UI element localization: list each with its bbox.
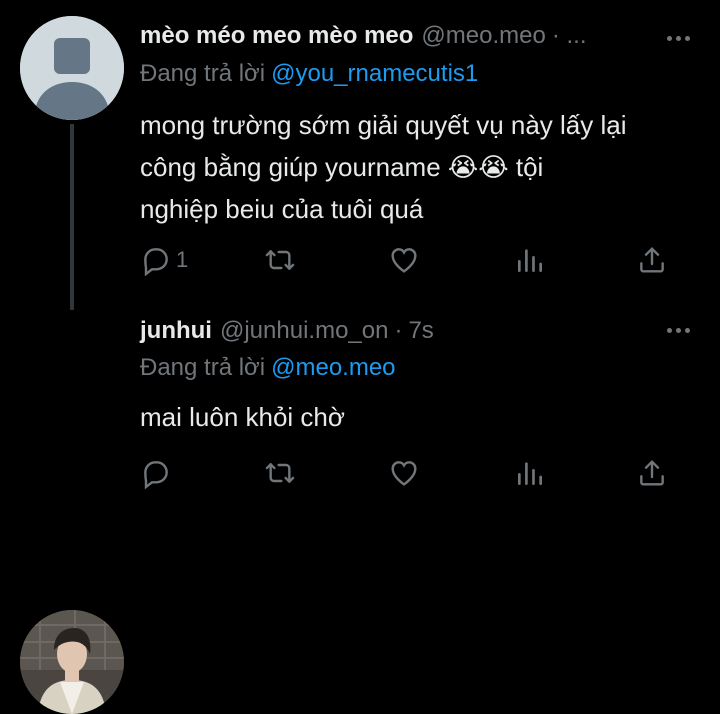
timestamp-separator: · bbox=[394, 317, 403, 344]
tweet-header: mèo méo meo mèo meo @meo.meo · ... bbox=[140, 22, 593, 50]
reply-button[interactable]: 1 bbox=[140, 244, 188, 276]
replying-to: Đang trả lời @meo.meo bbox=[140, 354, 396, 382]
more-icon bbox=[667, 328, 672, 333]
more-icon bbox=[667, 36, 672, 41]
tweet-1[interactable]: mèo méo meo mèo meo @meo.meo · ... Đang … bbox=[0, 0, 720, 310]
timestamp[interactable]: 7s bbox=[408, 317, 433, 345]
views-icon bbox=[518, 462, 542, 485]
more-options-button[interactable] bbox=[667, 328, 690, 333]
views-button[interactable] bbox=[514, 457, 546, 489]
tweet-actions bbox=[140, 457, 680, 491]
username[interactable]: @meo.meo bbox=[421, 22, 545, 50]
replying-to-label: Đang trả lời bbox=[140, 354, 266, 381]
display-name[interactable]: junhui bbox=[140, 317, 212, 345]
share-icon bbox=[640, 460, 664, 486]
more-options-button[interactable] bbox=[667, 36, 690, 41]
tweet-2[interactable]: junhui @junhui.mo_on · 7s Đang trả lời @m… bbox=[0, 300, 720, 714]
default-avatar-icon bbox=[20, 16, 124, 120]
views-icon bbox=[518, 249, 542, 272]
tweet-text-line: nghiệp beiu của tuôi quá bbox=[140, 194, 424, 224]
retweet-icon bbox=[265, 250, 295, 270]
like-icon bbox=[391, 461, 417, 486]
reply-icon bbox=[144, 248, 168, 276]
replying-to-mention[interactable]: @meo.meo bbox=[271, 354, 395, 381]
photo-avatar-icon bbox=[20, 610, 124, 714]
thread-connector bbox=[70, 124, 74, 310]
timestamp-separator: · ... bbox=[551, 22, 587, 49]
retweet-button[interactable] bbox=[264, 457, 296, 489]
display-name[interactable]: mèo méo meo mèo meo bbox=[140, 22, 413, 50]
tweet-actions: 1 bbox=[140, 244, 680, 278]
tweet-text: mai luôn khỏi chờ bbox=[140, 396, 345, 438]
tweet-text-line: công bằng giúp yourname 😭😭 tội bbox=[140, 152, 544, 182]
like-button[interactable] bbox=[388, 244, 420, 276]
replying-to-mention[interactable]: @you_rnamecutis1 bbox=[271, 60, 478, 87]
share-button[interactable] bbox=[636, 244, 668, 276]
reply-count: 1 bbox=[176, 247, 189, 272]
tweet-text-line: mai luôn khỏi chờ bbox=[140, 402, 345, 432]
reply-icon bbox=[144, 461, 168, 489]
tweet-text-line: mong trường sớm giải quyết vụ này lấy lạ… bbox=[140, 110, 627, 140]
retweet-button[interactable] bbox=[264, 244, 296, 276]
tweet-text: mong trường sớm giải quyết vụ này lấy lạ… bbox=[140, 104, 660, 230]
avatar[interactable] bbox=[20, 610, 124, 714]
share-button[interactable] bbox=[636, 457, 668, 489]
retweet-icon bbox=[265, 463, 295, 483]
like-button[interactable] bbox=[388, 457, 420, 489]
like-icon bbox=[391, 248, 417, 273]
replying-to: Đang trả lời @you_rnamecutis1 bbox=[140, 60, 478, 88]
avatar[interactable] bbox=[20, 16, 124, 120]
share-icon bbox=[640, 247, 664, 273]
tweet-header: junhui @junhui.mo_on · 7s bbox=[140, 317, 434, 345]
views-button[interactable] bbox=[514, 244, 546, 276]
reply-button[interactable] bbox=[140, 457, 176, 489]
replying-to-label: Đang trả lời bbox=[140, 60, 266, 87]
username[interactable]: @junhui.mo_on bbox=[220, 317, 388, 345]
